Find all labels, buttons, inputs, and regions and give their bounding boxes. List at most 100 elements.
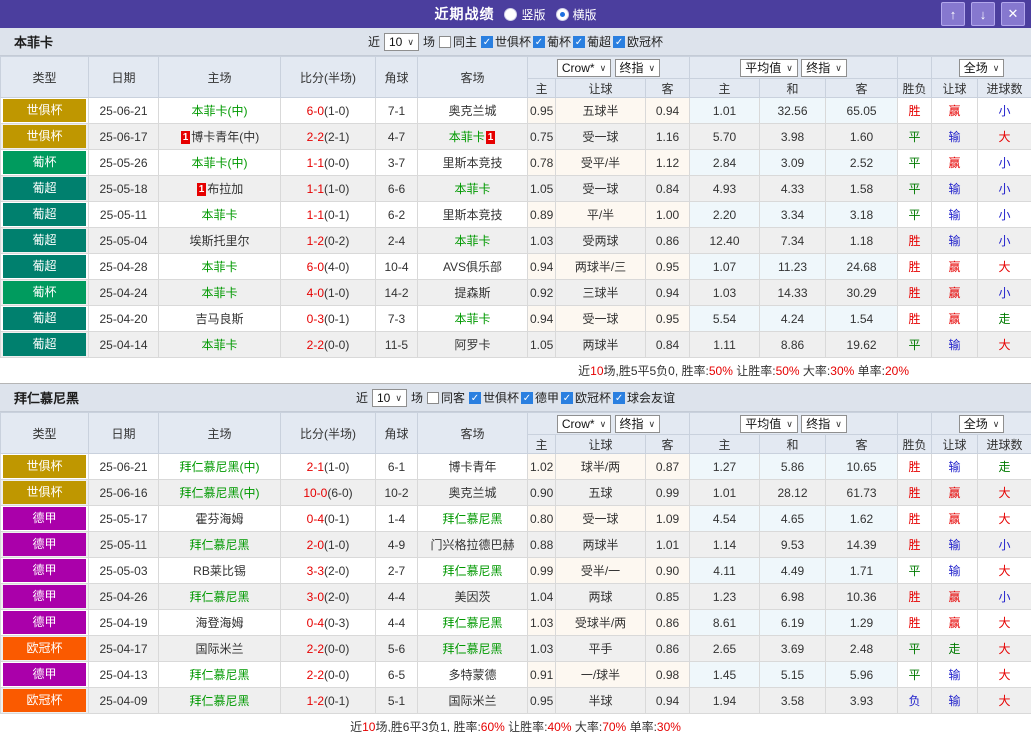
radio-horizontal-label: 横版 [572, 7, 597, 22]
odds-time-select[interactable]: 终指 ∨ [614, 58, 661, 77]
handicap-away-odds: 0.85 [644, 583, 691, 610]
score-cell: 10-0(6-0) [280, 479, 376, 506]
handicap-home-odds: 1.03 [527, 609, 556, 636]
col-goals: 进球数 [977, 434, 1031, 454]
handicap-odds-group: Crow* ∨ 终指 ∨ [526, 56, 691, 79]
league-badge: 葡超 [3, 203, 86, 226]
league-filter-checkbox[interactable]: ✓ 欧冠杯 [561, 389, 611, 406]
team-name-text: 本菲卡(中) [191, 156, 248, 170]
result-group-spacer [897, 56, 933, 79]
layout-radio-vertical[interactable]: 竖版 [504, 6, 546, 23]
bookmaker-select[interactable]: Crow* ∨ [556, 58, 612, 77]
average-select[interactable]: 平均值 ∨ [740, 414, 798, 433]
match-count-select[interactable]: 10 ∨ [371, 388, 407, 407]
goals-result-cell: 大 [977, 331, 1031, 358]
bookmaker-select-value: Crow* [561, 60, 595, 75]
result-cell: 胜 [897, 227, 933, 254]
result-cell: 平 [897, 149, 933, 176]
handicap-result-cell: 输 [931, 227, 979, 254]
result-text: 大 [998, 130, 1011, 144]
league-filter-checkbox[interactable]: ✓ 世俱杯 [468, 389, 519, 406]
avg-away-odds: 30.29 [825, 279, 899, 306]
result-text: 大 [998, 486, 1011, 500]
bookmaker-select[interactable]: Crow* ∨ [556, 414, 612, 433]
league-cell: 德甲 [0, 531, 89, 558]
result-text: 输 [948, 208, 961, 222]
handicap-result-cell: 输 [931, 175, 979, 202]
handicap-away-odds: 0.95 [644, 253, 691, 280]
scope-select[interactable]: 全场 ∨ [958, 58, 1005, 77]
score-cell: 3-3(2-0) [280, 557, 376, 584]
match-row: 德甲 25-05-03 RB莱比锡 3-3(2-0) 2-7 拜仁慕尼黑 0.99 受半/一 0… [0, 557, 1031, 584]
summary-text: 场,胜6平3负1, 胜率: [375, 720, 481, 732]
avg-draw-odds: 28.12 [759, 479, 827, 506]
team-name-text: 吉马良斯 [195, 312, 244, 326]
average-select[interactable]: 平均值 ∨ [740, 58, 798, 77]
team-name-text: 本菲卡 [454, 182, 491, 196]
handicap-home-odds: 1.03 [527, 227, 556, 254]
col-result: 胜负 [897, 434, 933, 454]
layout-radio-horizontal[interactable]: 横版 [555, 6, 597, 23]
match-row: 葡杯 25-05-26 本菲卡(中) 1-1(0-0) 3-7 里斯本竞技 0.78 受平/半… [0, 149, 1031, 176]
team-name-text: 拜仁慕尼黑 [442, 642, 503, 656]
handicap-away-odds: 1.12 [644, 149, 691, 176]
home-team-cell: 海登海姆 [158, 609, 281, 636]
result-text: 走 [948, 642, 961, 656]
avg-draw-odds: 3.98 [759, 123, 827, 150]
record-summary: 近10场,胜5平5负0, 胜率:50% 让胜率:50% 大率:30% 单率:20… [0, 358, 1031, 384]
league-badge: 葡超 [3, 333, 86, 356]
goals-result-cell: 大 [977, 687, 1031, 714]
league-badge: 葡超 [3, 229, 86, 252]
result-text: 小 [998, 590, 1011, 604]
away-team-cell: 多特蒙德 [417, 661, 528, 688]
handicap-line: 受球半/两 [555, 609, 646, 636]
match-count-select[interactable]: 10 ∨ [383, 32, 419, 51]
team-name-text: 拜仁慕尼黑 [189, 538, 250, 552]
table-body: 世俱杯 25-06-21 本菲卡(中) 6-0(1-0) 7-1 奥克兰城 0.95 五球半 0… [0, 97, 1031, 358]
same-venue-checkbox[interactable]: 同客 [426, 389, 465, 406]
fulltime-score: 3-3 [306, 563, 324, 578]
score-cell: 0-3(0-1) [280, 305, 376, 332]
move-down-button[interactable]: ↓ [971, 2, 995, 26]
result-text: 走 [998, 312, 1011, 326]
halftime-score: (2-0) [324, 589, 350, 604]
result-text: 输 [948, 694, 961, 708]
goals-result-cell: 走 [977, 305, 1031, 332]
handicap-result-cell: 输 [931, 531, 979, 558]
goals-result-cell: 小 [977, 149, 1031, 176]
move-up-button[interactable]: ↑ [941, 2, 965, 26]
league-filter-checkbox[interactable]: ✓ 德甲 [520, 389, 559, 406]
goals-result-cell: 小 [977, 175, 1031, 202]
result-text: 小 [998, 156, 1011, 170]
league-filter-checkbox[interactable]: ✓ 葡杯 [532, 33, 571, 50]
handicap-line: 五球 [555, 479, 646, 506]
avg-away-odds: 10.65 [825, 453, 899, 480]
league-cell: 欧冠杯 [0, 687, 89, 714]
league-filter-checkbox[interactable]: ✓ 葡超 [573, 33, 611, 50]
odds-time-select-2[interactable]: 终指 ∨ [801, 58, 847, 77]
col-score: 比分(半场) [280, 412, 376, 454]
radio-icon [504, 7, 518, 21]
league-filter-checkbox[interactable]: ✓ 欧冠杯 [613, 33, 663, 50]
same-venue-checkbox[interactable]: 同主 [438, 33, 477, 50]
league-filter-label: 德甲 [534, 391, 559, 405]
league-filter-checkbox[interactable]: ✓ 世俱杯 [480, 33, 531, 50]
goals-result-cell: 大 [977, 609, 1031, 636]
result-text: 输 [948, 668, 961, 682]
home-team-cell: 国际米兰 [158, 635, 281, 662]
league-filter-group: ✓ 世俱杯 ✓ 德甲 ✓ 欧冠杯 ✓ 球会友谊 [468, 389, 675, 406]
team-name-text: 里斯本竞技 [442, 208, 503, 222]
scope-select-value: 全场 [963, 60, 988, 75]
close-button[interactable]: ✕ [1001, 2, 1025, 26]
corner-cell: 6-6 [375, 175, 418, 202]
odds-time-select[interactable]: 终指 ∨ [614, 414, 661, 433]
corner-cell: 11-5 [375, 331, 418, 358]
league-filter-checkbox[interactable]: ✓ 球会友谊 [613, 389, 675, 406]
avg-draw-odds: 11.23 [759, 253, 827, 280]
match-row: 葡超 25-04-28 本菲卡 6-0(4-0) 10-4 AVS俱乐部 0.94 两球半/三… [0, 253, 1031, 280]
scope-select[interactable]: 全场 ∨ [958, 414, 1005, 433]
odds-time-select-2[interactable]: 终指 ∨ [801, 414, 847, 433]
fulltime-score: 6-0 [306, 259, 324, 274]
handicap-result-cell: 赢 [931, 149, 979, 176]
summary-text: 50% [708, 364, 733, 378]
